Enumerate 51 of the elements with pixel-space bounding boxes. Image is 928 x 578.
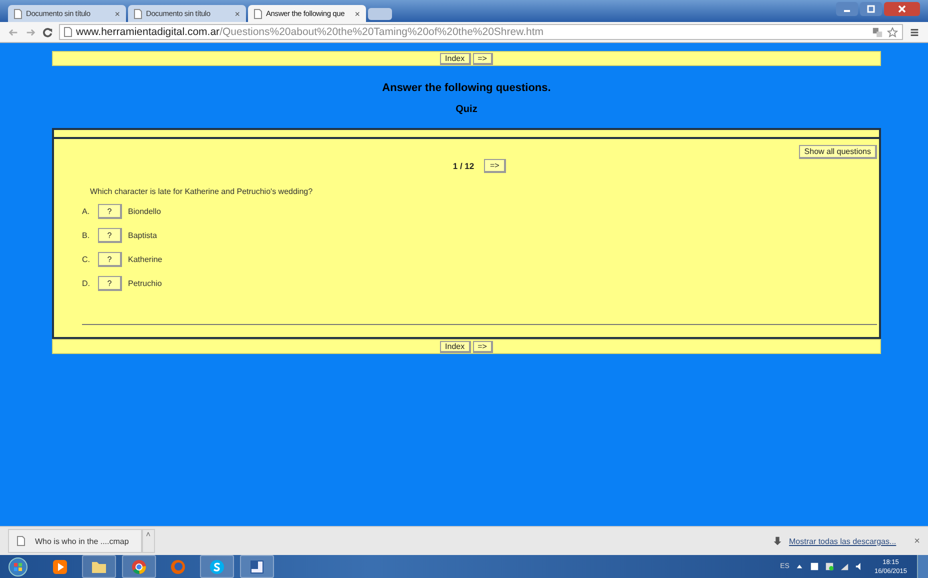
hint-button[interactable]: ? xyxy=(98,252,122,267)
network-icon[interactable] xyxy=(825,562,834,571)
answer-text: Katherine xyxy=(128,255,162,264)
close-icon[interactable]: × xyxy=(914,536,920,546)
close-icon[interactable]: × xyxy=(114,8,120,18)
signal-icon[interactable] xyxy=(840,562,850,571)
hint-button[interactable]: ? xyxy=(98,204,122,219)
file-icon xyxy=(17,536,25,546)
minimize-icon[interactable] xyxy=(836,2,858,16)
star-icon[interactable] xyxy=(887,26,898,38)
show-all-downloads-link[interactable]: Mostrar todas las descargas... xyxy=(789,536,896,546)
next-button[interactable]: => xyxy=(472,52,493,64)
answer-letter: B. xyxy=(82,231,91,240)
close-icon[interactable] xyxy=(884,2,920,16)
translate-icon[interactable] xyxy=(872,26,883,38)
close-icon[interactable]: × xyxy=(234,8,240,18)
index-button[interactable]: Index xyxy=(440,52,471,64)
answer-letter: C. xyxy=(82,255,91,264)
address-field[interactable]: www.herramientadigital.com.ar/Questions%20about%20the%20Taming%20of%20the%20Shrew.htm xyxy=(59,24,903,40)
show-hidden-icon[interactable] xyxy=(795,562,804,571)
answer-text: Petruchio xyxy=(128,279,162,288)
new-tab-button[interactable] xyxy=(368,8,392,20)
answer-text: Biondello xyxy=(128,207,161,216)
folder-icon[interactable] xyxy=(82,555,116,578)
close-icon[interactable]: × xyxy=(354,8,360,18)
page-icon xyxy=(134,8,142,18)
page-icon xyxy=(254,8,262,18)
page-icon xyxy=(64,27,72,37)
question-counter: 1 / 12 xyxy=(452,161,474,171)
download-item[interactable]: Who is who in the ....cmap xyxy=(8,529,142,553)
answer-letter: A. xyxy=(82,207,91,216)
hint-button[interactable]: ? xyxy=(98,228,122,243)
show-all-button[interactable]: Show all questions xyxy=(799,145,877,159)
menu-icon[interactable] xyxy=(909,26,920,38)
page-icon xyxy=(14,8,22,18)
maximize-icon[interactable] xyxy=(860,2,882,16)
download-icon xyxy=(772,536,783,546)
question-text: Which character is late for Katherine and Petruchio's wedding? xyxy=(90,187,314,196)
answer-letter: D. xyxy=(82,279,91,288)
chrome-icon[interactable] xyxy=(122,555,156,578)
index-button[interactable]: Index xyxy=(440,340,471,352)
page-subheading: Quiz xyxy=(454,104,478,115)
start-icon[interactable] xyxy=(8,556,28,576)
next-button[interactable]: => xyxy=(484,159,506,173)
hint-button[interactable]: ? xyxy=(98,276,122,291)
answer-text: Baptista xyxy=(128,231,157,240)
next-button[interactable]: => xyxy=(472,340,493,352)
page-heading: Answer the following questions. xyxy=(381,82,552,94)
skype-icon[interactable] xyxy=(200,555,234,578)
reload-icon[interactable] xyxy=(42,26,53,38)
dropdown-button[interactable]: ˄ xyxy=(142,529,154,553)
